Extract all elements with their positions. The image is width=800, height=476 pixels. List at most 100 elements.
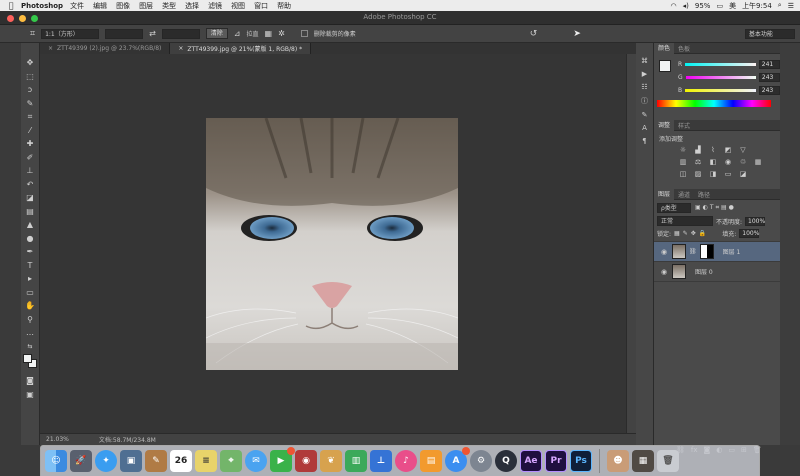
menu-view[interactable]: 视图 [231,1,245,11]
wifi-icon[interactable]: ◠ [671,2,677,10]
layer-name[interactable]: 图层 1 [723,247,741,256]
document-size[interactable]: 文档:58.7M/234.8M [99,435,156,444]
menu-image[interactable]: 图像 [116,1,130,11]
swap-icon[interactable]: ⇄ [149,29,156,38]
color-balance-icon[interactable]: ⚖ [693,158,703,167]
preview-icon[interactable]: ❦ [320,450,342,472]
quicktime-icon[interactable]: Q [495,450,517,472]
character-panel-icon[interactable]: A [642,124,647,132]
eyedropper-tool-icon[interactable]: ⁄ [24,125,37,137]
move-tool-icon[interactable]: ✥ [24,57,37,69]
opacity-field[interactable]: 100% [745,216,765,226]
finder-icon[interactable]: ☺ [45,450,67,472]
clock[interactable]: 上午9:54 [742,1,772,11]
r-value[interactable]: 241 [758,60,780,69]
hand-tool-icon[interactable]: ✋ [24,300,37,312]
tab-adjustments[interactable]: 调整 [654,119,675,131]
dodge-tool-icon[interactable]: ● [24,233,37,245]
width-field[interactable] [105,28,144,39]
layer-thumbnail[interactable] [672,264,686,279]
battery-icon[interactable]: ▭ [716,2,723,10]
gradient-tool-icon[interactable]: ▤ [24,206,37,218]
app-menu[interactable]: Photoshop [21,2,63,10]
stickies-icon[interactable]: ≡ [195,450,217,472]
black-white-icon[interactable]: ◧ [708,158,718,167]
zoom-tool-icon[interactable]: ⚲ [24,314,37,326]
itunes-icon[interactable]: ♪ [395,450,417,472]
ratio-select[interactable]: 1:1（方形） [41,28,100,39]
swap-colors-icon[interactable]: ⇆ [24,341,37,353]
numbers-icon[interactable]: ▥ [345,450,367,472]
fill-field[interactable]: 100% [739,229,759,238]
messages-icon[interactable]: ✉ [245,450,267,472]
volume-icon[interactable]: ◂) [683,2,689,10]
facetime-icon[interactable]: ▶ [270,447,295,472]
user-folder-icon[interactable]: ☻ [607,450,629,472]
height-field[interactable] [161,28,200,39]
layer-filter-select[interactable]: ρ类型 [657,203,691,213]
menu-select[interactable]: 选择 [185,1,199,11]
layer-thumbnail[interactable] [672,244,686,259]
invert-icon[interactable]: ◫ [678,170,688,179]
canvas-area[interactable] [40,54,626,433]
link-icon[interactable]: ⛓ [689,248,697,255]
threshold-icon[interactable]: ◨ [708,170,718,179]
healing-brush-tool-icon[interactable]: ✚ [24,138,37,150]
tab-styles[interactable]: 样式 [674,121,694,130]
menu-type[interactable]: 类型 [162,1,176,11]
brush-panel-icon[interactable]: ✎ [642,111,648,119]
crop-tool-icon[interactable]: ⌗ [30,29,35,39]
filter-icons[interactable]: ▣◐T⌗▤● [695,204,736,212]
layer-mask-thumbnail[interactable] [699,244,714,259]
tab-swatches[interactable]: 色板 [674,44,694,53]
reset-icon[interactable]: ↺ [530,29,538,39]
trash-icon[interactable]: 🗑 [657,450,679,472]
menu-window[interactable]: 窗口 [254,1,268,11]
channel-mixer-icon[interactable]: ♲ [738,158,748,167]
photo-booth-icon[interactable]: ◉ [295,450,317,472]
canvas-vertical-scrollbar[interactable] [626,54,636,433]
apple-menu-icon[interactable]:  [5,1,17,10]
photoshop-icon[interactable]: Ps [570,450,592,472]
close-tab-icon[interactable]: × [48,45,53,52]
menu-file[interactable]: 文件 [70,1,84,11]
document-image[interactable] [206,118,458,370]
screen-mode-icon[interactable]: ▣ [24,389,37,401]
crop-tool-icon[interactable]: ⌗ [24,111,37,123]
gradient-map-icon[interactable]: ▭ [723,170,733,179]
lock-icons[interactable]: ▦✎✥🔒 [674,230,709,237]
g-value[interactable]: 243 [758,73,780,82]
menu-help[interactable]: 帮助 [277,1,291,11]
close-tab-icon[interactable]: × [178,45,183,52]
quick-mask-icon[interactable]: ◙ [24,375,37,387]
ibooks-icon[interactable]: ▤ [420,450,442,472]
menu-filter[interactable]: 滤镜 [208,1,222,11]
keynote-icon[interactable]: ⊥ [370,450,392,472]
layer-row[interactable]: ◉ 图层 0 [654,262,780,282]
quick-select-tool-icon[interactable]: ✎ [24,98,37,110]
maps-icon[interactable]: ⌖ [220,450,242,472]
downloads-stack-icon[interactable]: ▦ [632,450,654,472]
delete-cropped-checkbox[interactable] [300,30,308,37]
lasso-tool-icon[interactable]: ↄ [24,84,37,96]
type-tool-icon[interactable]: T [24,260,37,272]
visibility-eye-icon[interactable]: ◉ [659,268,669,276]
r-slider[interactable] [685,63,756,66]
paragraph-panel-icon[interactable]: ¶ [642,137,646,145]
notes-icon[interactable]: ✎ [145,450,167,472]
posterize-icon[interactable]: ▨ [693,170,703,179]
color-swatch[interactable] [659,60,671,72]
safari-icon[interactable]: ✦ [95,450,117,472]
after-effects-icon[interactable]: Ae [520,450,542,472]
b-slider[interactable] [685,89,756,92]
b-value[interactable]: 243 [758,86,780,95]
history-panel-icon[interactable]: ⌘ [641,57,648,65]
curves-icon[interactable]: ⌇ [708,146,718,155]
clear-button[interactable]: 清除 [205,28,228,39]
premiere-icon[interactable]: Pr [545,450,567,472]
rectangle-tool-icon[interactable]: ▭ [24,287,37,299]
notification-center-icon[interactable]: ☰ [788,2,794,10]
vibrance-icon[interactable]: ▽ [738,146,748,155]
hue-saturation-icon[interactable]: ▥ [678,158,688,167]
foreground-background-swatch[interactable] [22,354,38,369]
